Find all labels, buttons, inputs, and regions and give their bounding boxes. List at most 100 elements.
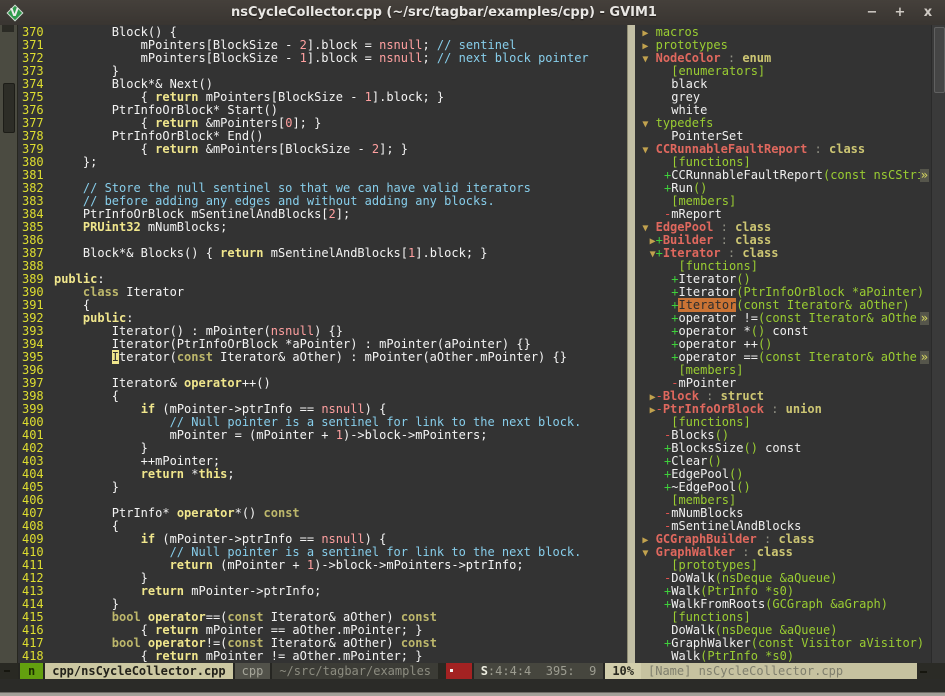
token: mPointers[BlockSize - — [199, 90, 365, 104]
token: EdgePool — [671, 467, 729, 481]
token: : — [713, 220, 735, 234]
token: () — [715, 428, 729, 442]
token: (nsDeque &aQueue) — [715, 623, 838, 637]
token: mPointers[BlockSize - — [54, 38, 300, 52]
tagbar-row[interactable]: Walk(PtrInfo *s0) — [642, 650, 931, 663]
token: Iterator& aOther) — [264, 636, 401, 650]
token: [enumerators] — [671, 64, 765, 78]
token: nsnull — [321, 402, 364, 416]
token: // Null pointer is a sentinel for link t… — [170, 545, 582, 559]
tagbar-status: [Name] nsCycleCollector.cpp — [641, 663, 917, 679]
token: const — [401, 610, 437, 624]
truncation-marker-icon: » — [920, 312, 929, 325]
token: PtrInfoOrBlock* Start() — [54, 103, 278, 117]
token — [642, 480, 664, 494]
token: CCRunnableFaultReport — [671, 168, 823, 182]
status-stats: S:4:4:4 395: 9 — [474, 663, 604, 679]
token — [54, 584, 141, 598]
token — [642, 649, 671, 663]
token: mReport — [671, 207, 722, 221]
token: return — [155, 649, 198, 663]
token — [642, 324, 671, 338]
token: - — [656, 402, 663, 416]
token: ].block = — [307, 38, 379, 52]
token: * — [184, 467, 198, 481]
token: : — [126, 311, 133, 325]
token: () — [729, 467, 743, 481]
token: () — [744, 441, 758, 455]
token — [648, 220, 655, 234]
token: Walk — [671, 649, 700, 663]
token: : — [757, 532, 779, 546]
token: Run — [671, 181, 693, 195]
token: () — [751, 324, 765, 338]
token: mSentinelAndBlocks[ — [264, 246, 409, 260]
token: { — [54, 623, 155, 637]
token: Iterator& aOther) — [264, 610, 401, 624]
token: - — [656, 389, 663, 403]
code-line[interactable]: 388 — [18, 260, 627, 273]
right-scrollbar[interactable] — [931, 25, 945, 663]
token: NodeColor — [656, 51, 721, 65]
token: struct — [721, 389, 764, 403]
token — [642, 558, 671, 572]
token — [54, 311, 83, 325]
token — [141, 610, 148, 624]
code-line[interactable]: 418 { return mPointer != aOther.mPointer… — [18, 650, 627, 663]
code-line[interactable]: 395 Iterator(const Iterator& aOther) : m… — [18, 351, 627, 364]
token: nsnull — [271, 324, 314, 338]
code-line[interactable]: 380 }; — [18, 156, 627, 169]
close-button[interactable]: x — [921, 5, 935, 20]
command-line[interactable] — [0, 679, 945, 692]
token: terator( — [119, 350, 177, 364]
token — [54, 181, 83, 195]
token: () — [736, 480, 750, 494]
code-line[interactable]: 390 class Iterator — [18, 286, 627, 299]
token: operator — [177, 506, 235, 520]
code-line[interactable]: 387 Block*& Blocks() { return mSentinelA… — [18, 247, 627, 260]
maximize-button[interactable]: + — [893, 5, 907, 20]
token: () — [736, 272, 750, 286]
minimize-button[interactable]: − — [865, 5, 879, 20]
token — [642, 129, 671, 143]
code-editor[interactable]: 370 Block() {371 mPointers[BlockSize - 2… — [18, 25, 627, 663]
token: ; — [422, 38, 436, 52]
token: (const Iterator& aOthe — [758, 350, 917, 364]
right-scrollbar-thumb[interactable] — [934, 27, 945, 93]
status-filename: cpp/nsCycleCollector.cpp — [45, 663, 232, 679]
token — [648, 38, 655, 52]
left-scrollbar[interactable] — [0, 25, 18, 663]
token — [642, 350, 671, 364]
token: : — [713, 233, 735, 247]
code-line[interactable]: 379 { return &mPointers[BlockSize - 2]; … — [18, 143, 627, 156]
token — [642, 428, 664, 442]
syntax-values: :4:4:4 — [488, 664, 531, 678]
token — [642, 597, 664, 611]
token: return — [155, 90, 198, 104]
code-line[interactable]: 385 PRUint32 mNumBlocks; — [18, 221, 627, 234]
token: const — [401, 636, 437, 650]
token: : — [735, 545, 757, 559]
token: Walk — [671, 584, 700, 598]
token: return — [155, 116, 198, 130]
modified-flag-icon — [446, 663, 472, 679]
token — [642, 584, 664, 598]
token: operator ++ — [678, 337, 757, 351]
token: Iterator — [663, 246, 721, 260]
code-line[interactable]: 405 } — [18, 481, 627, 494]
token — [642, 272, 671, 286]
status-path: ~/src/tagbar/examples — [272, 663, 438, 679]
token: Clear — [671, 454, 707, 468]
token: if — [141, 402, 155, 416]
token: &mPointers[BlockSize - — [199, 142, 372, 156]
vertical-split-handle[interactable] — [627, 25, 635, 663]
token: ]; } — [379, 142, 408, 156]
tagbar-panel[interactable]: ▶ macros▶ prototypes▼ NodeColor : enum [… — [635, 25, 931, 663]
left-scrollbar-thumb[interactable] — [3, 83, 15, 133]
token: Iterator& — [54, 376, 184, 390]
cursor: I — [112, 350, 119, 364]
token — [642, 493, 671, 507]
token — [642, 103, 671, 117]
token — [642, 233, 649, 247]
token: const — [227, 636, 263, 650]
